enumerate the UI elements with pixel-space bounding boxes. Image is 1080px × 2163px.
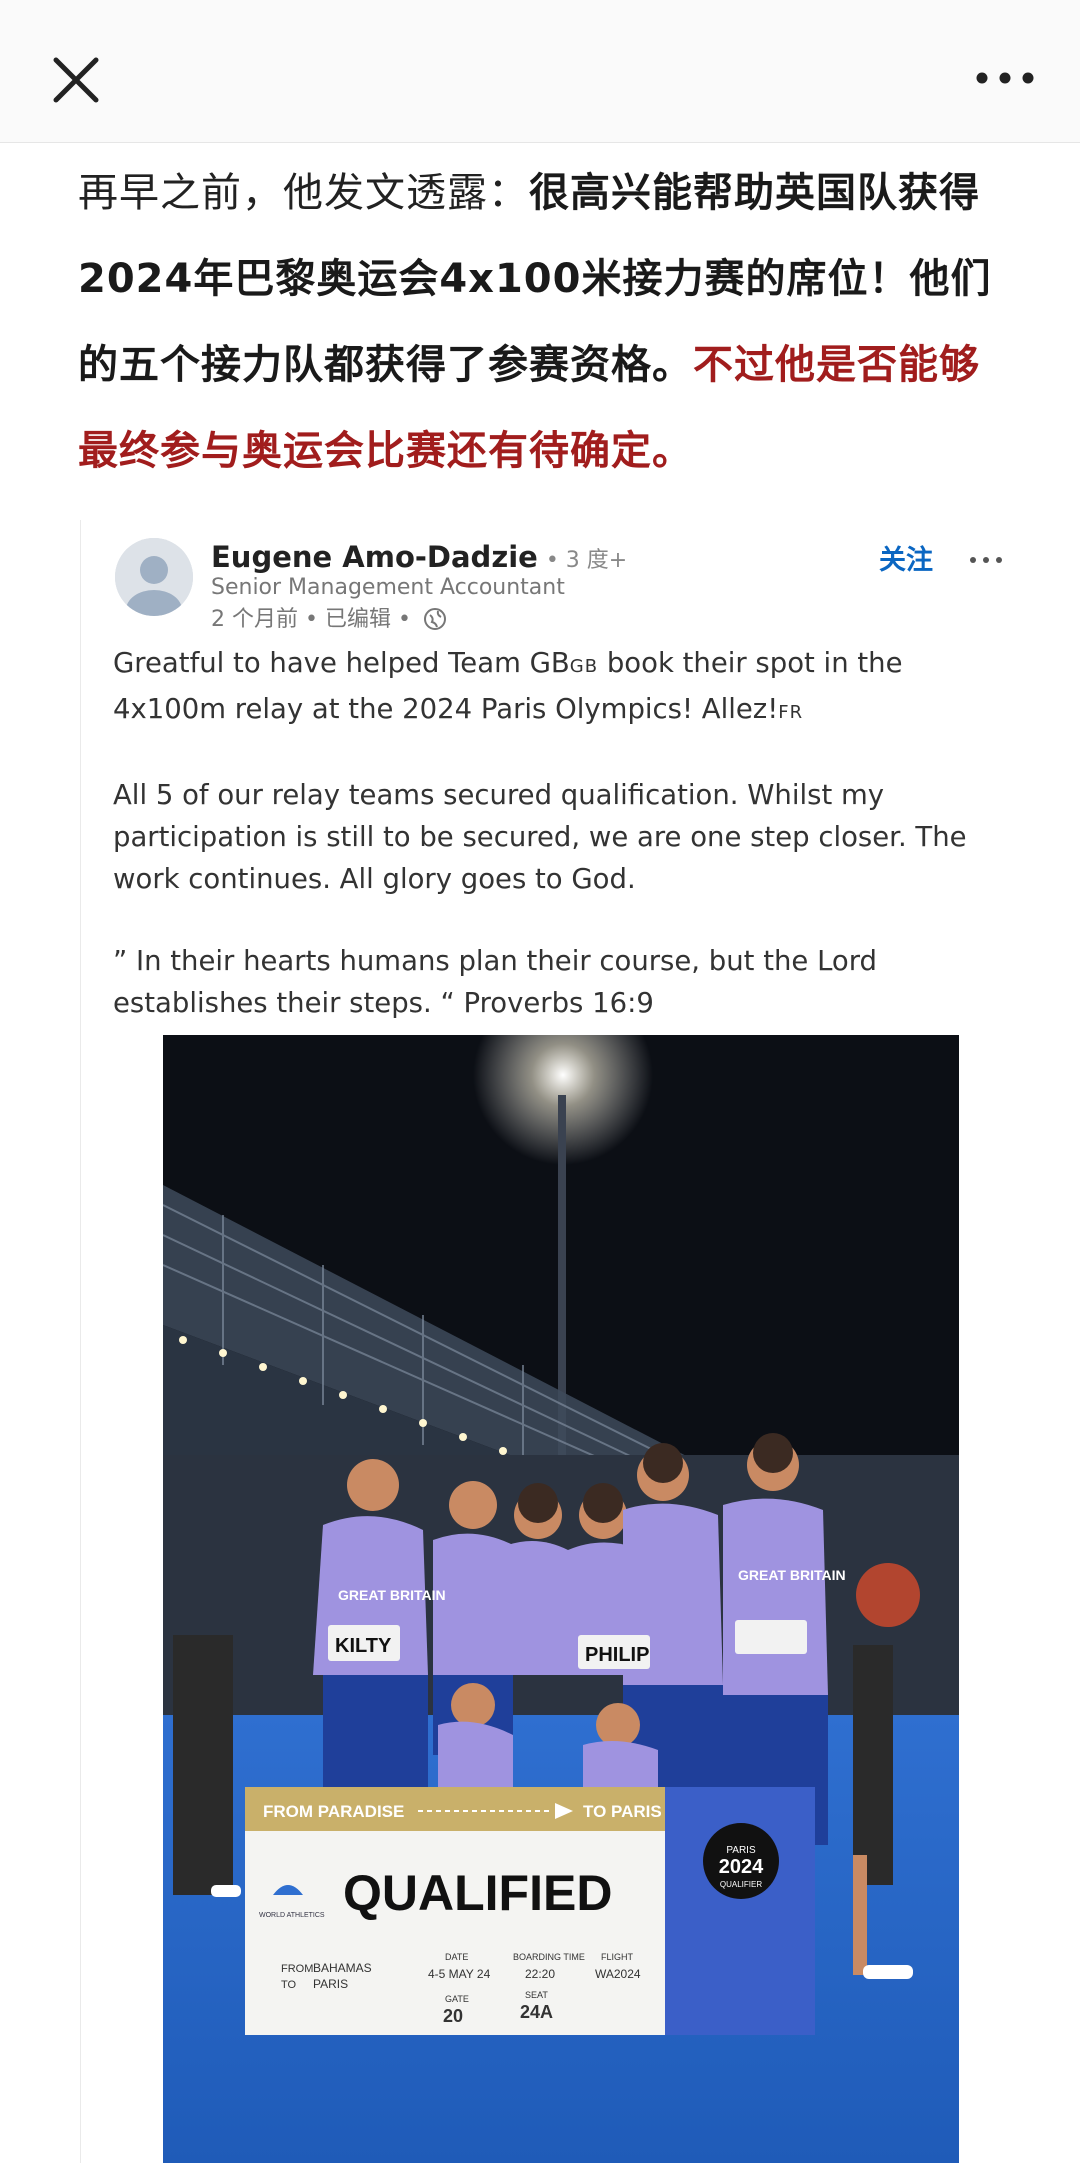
qualified-ticket: FROM PARADISE TO PARIS PARIS 2024 QUALIF… [245,1787,815,2035]
more-horizontal-icon [976,72,1034,84]
user-silhouette-icon [115,538,193,616]
post-time-line: 2 个月前 • 已编辑 • [211,604,565,636]
svg-text:FROM: FROM [281,1963,313,1975]
more-horizontal-icon [970,557,1002,563]
ticket-title: QUALIFIED [343,1865,612,1921]
svg-text:BOARDING TIME: BOARDING TIME [513,1952,585,1962]
author-name-line[interactable]: Eugene Amo-Dadzie • 3 度+ [211,540,627,574]
bib-label-2: PHILIP [585,1644,649,1666]
post-photo[interactable]: KILTY PHILIP GREAT BRITAIN GREAT BRITAIN… [163,1035,959,2163]
avatar[interactable] [115,538,193,616]
post-paragraph: Greatful to have helped Team GBGB book t… [113,647,903,725]
paris-logo-line2: 2024 [719,1856,764,1878]
close-icon [53,57,99,103]
article-paragraph: 再早之前，他发文透露：很高兴能帮助英国队获得2024年巴黎奥运会4x100米接力… [78,150,1018,494]
author-name[interactable]: Eugene Amo-Dadzie [211,540,538,574]
svg-text:4-5 MAY 24: 4-5 MAY 24 [428,1967,491,1981]
post-time: 2 个月前 • 已编辑 • [211,607,411,632]
svg-text:20: 20 [443,2006,463,2026]
more-options-button[interactable] [972,64,1038,92]
banner-from: FROM PARADISE [263,1802,404,1821]
svg-text:24A: 24A [520,2002,553,2022]
svg-text:SEAT: SEAT [525,1990,548,2000]
top-bar [0,0,1080,143]
svg-text:PARIS: PARIS [313,1977,348,1991]
follow-button[interactable]: 关注 [879,538,933,577]
globe-icon [423,608,446,630]
org-label: WORLD ATHLETICS [259,1912,325,1919]
gb-flag-label: GB [569,656,599,677]
post-paragraph: All 5 of our relay teams secured qualifi… [113,779,967,895]
post-paragraph: ” In their hearts humans plan their cour… [113,945,878,1019]
paris-logo-line3: QUALIFIER [720,1880,762,1889]
connection-degree: • 3 度+ [545,548,628,573]
svg-text:FLIGHT: FLIGHT [601,1952,634,1962]
author-meta: Senior Management Accountant 2 个月前 • 已编辑… [211,572,565,636]
article-text-plain: 再早之前，他发文透露： [78,170,529,216]
shirt-text: GREAT BRITAIN [338,1587,446,1603]
shirt-text: GREAT BRITAIN [738,1567,846,1583]
banner-to: TO PARIS [583,1802,662,1821]
post-more-button[interactable] [969,550,1003,563]
embedded-post: Eugene Amo-Dadzie • 3 度+ Senior Managemen… [80,520,1021,2163]
bib-label-1: KILTY [335,1635,392,1657]
team-photo-illustration: KILTY PHILIP GREAT BRITAIN GREAT BRITAIN… [163,1035,959,2163]
svg-text:WA2024: WA2024 [595,1967,641,1981]
fr-flag-label: FR [778,702,804,723]
post-body: Greatful to have helped Team GBGB book t… [113,642,993,1064]
paris-logo-line1: PARIS [726,1845,756,1856]
svg-text:DATE: DATE [445,1952,468,1962]
author-headline: Senior Management Accountant [211,575,565,600]
svg-text:GATE: GATE [445,1994,469,2004]
svg-text:TO: TO [281,1979,297,1991]
svg-text:BAHAMAS: BAHAMAS [313,1961,372,1975]
svg-text:22:20: 22:20 [525,1967,555,1981]
close-button[interactable] [48,52,104,108]
